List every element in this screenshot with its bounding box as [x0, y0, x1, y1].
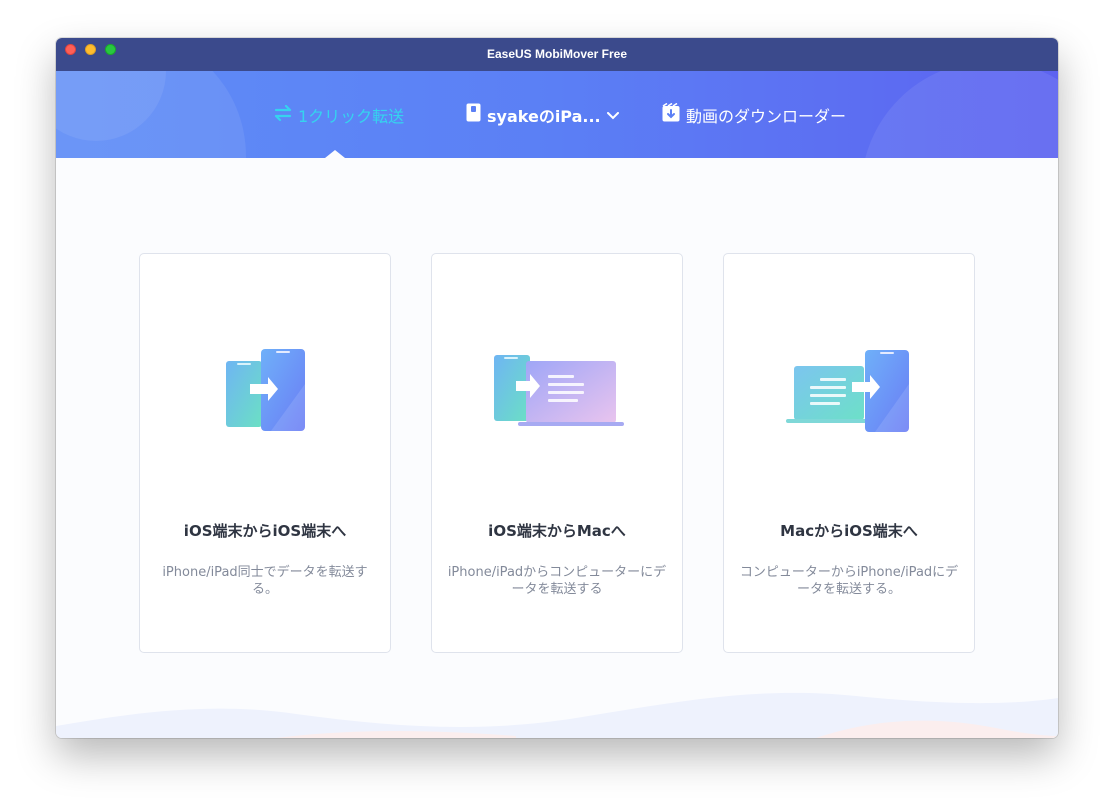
card-mac-to-ios[interactable]: MacからiOS端末へ コンピューターからiPhone/iPadにデータを転送す…	[723, 253, 975, 653]
card-description: iPhone/iPadからコンピューターにデータを転送する	[447, 565, 667, 597]
transfer-arrows-icon	[274, 104, 298, 125]
app-window: EaseUS MobiMover Free 1クリック転送 syakeのiPa.…	[56, 38, 1058, 738]
phone-to-computer-icon	[432, 344, 682, 444]
phone-to-phone-icon	[140, 344, 390, 444]
computer-to-phone-icon	[724, 344, 974, 444]
tab-label: 1クリック転送	[298, 106, 405, 126]
window-title: EaseUS MobiMover Free	[486, 47, 628, 61]
tab-label: 動画のダウンローダー	[686, 106, 847, 126]
header-decoration	[861, 71, 1058, 158]
card-ios-to-ios[interactable]: iOS端末からiOS端末へ iPhone/iPad同士でデータを転送する。	[139, 253, 391, 653]
title-bar: EaseUS MobiMover Free	[56, 38, 1058, 71]
video-download-icon	[662, 102, 686, 126]
header-bar: 1クリック転送 syakeのiPa... 動画のダウンローダー	[56, 71, 1058, 158]
card-title: iOS端末からiOS端末へ	[183, 522, 347, 540]
tab-video-downloader[interactable]: 動画のダウンローダー	[662, 71, 846, 158]
card-description: iPhone/iPad同士でデータを転送する。	[162, 565, 368, 597]
card-title: iOS端末からMacへ	[488, 522, 626, 540]
phone-device-icon	[466, 103, 487, 126]
active-tab-pointer	[325, 150, 345, 158]
chevron-down-icon[interactable]	[606, 105, 625, 124]
tab-one-click-transfer[interactable]: 1クリック転送	[274, 71, 404, 158]
background-wave	[56, 692, 1058, 738]
card-title: MacからiOS端末へ	[780, 522, 918, 540]
card-ios-to-mac[interactable]: iOS端末からMacへ iPhone/iPadからコンピューターにデータを転送す…	[431, 253, 683, 653]
header-decoration	[56, 71, 246, 158]
device-name: syakeのiPa...	[487, 106, 601, 126]
card-description: コンピューターからiPhone/iPadにデータを転送する。	[739, 565, 959, 597]
tab-device-select[interactable]: syakeのiPa...	[466, 71, 625, 158]
